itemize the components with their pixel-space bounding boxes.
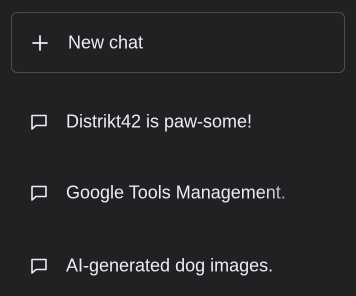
chat-sidebar: New chat Distrikt42 is paw-some! Google …: [0, 0, 356, 296]
chat-history-item[interactable]: Google Tools Management.: [11, 166, 345, 220]
new-chat-button[interactable]: New chat: [11, 12, 345, 73]
chat-history-label: Google Tools Management.: [66, 182, 286, 203]
chat-history-item[interactable]: Distrikt42 is paw-some!: [11, 95, 345, 149]
chat-bubble-icon: [29, 112, 49, 132]
chat-history-label: Distrikt42 is paw-some!: [66, 111, 253, 132]
plus-icon: [32, 34, 48, 51]
chat-history-item[interactable]: AI-generated dog images.: [11, 239, 345, 293]
chat-bubble-icon: [29, 256, 49, 276]
new-chat-label: New chat: [68, 32, 144, 52]
chat-history-label: AI-generated dog images.: [66, 255, 274, 276]
chat-bubble-icon: [29, 183, 49, 203]
